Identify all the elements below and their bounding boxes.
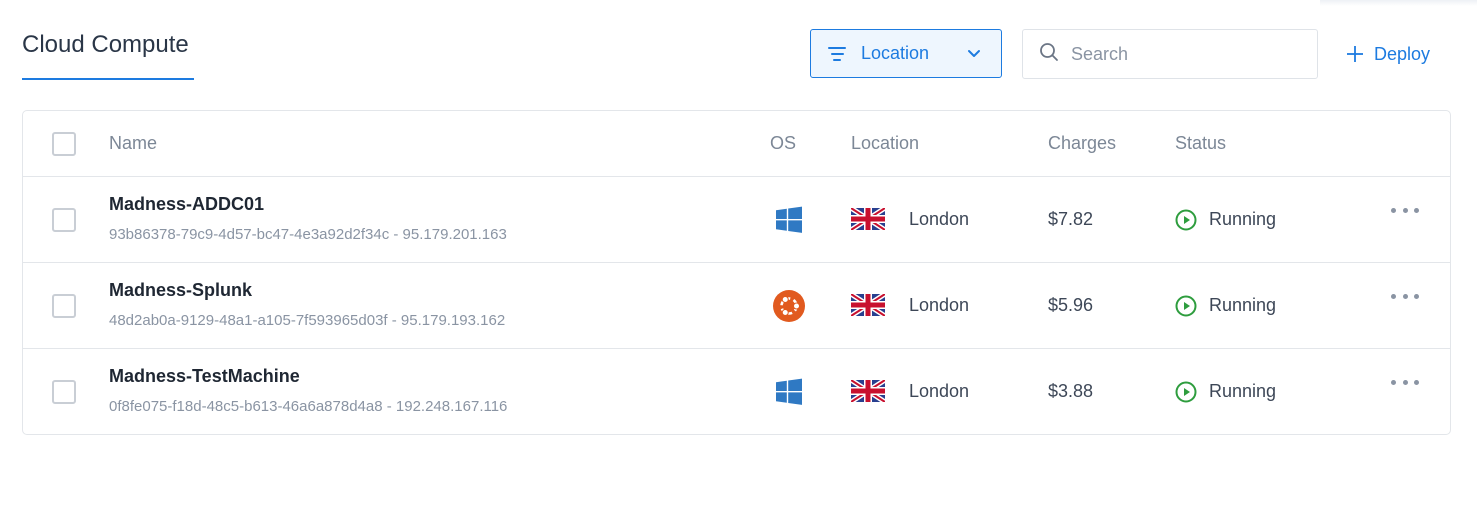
column-header-location[interactable]: Location [851, 133, 919, 154]
instance-details: 0f8fe075-f18d-48c5-b613-46a6a878d4a8 - 1… [109, 398, 508, 415]
more-actions-icon[interactable] [1391, 373, 1419, 391]
search-input[interactable] [1071, 43, 1291, 65]
column-header-status[interactable]: Status [1175, 133, 1226, 154]
location-value: London [909, 381, 970, 401]
plus-icon [1346, 41, 1364, 67]
search-box[interactable] [1022, 29, 1318, 79]
charges-value: $7.82 [1048, 209, 1094, 229]
ubuntu-icon [773, 290, 805, 322]
filter-icon [827, 46, 847, 61]
running-status-icon [1175, 295, 1197, 317]
table-header: Name OS Location Charges Status [23, 111, 1450, 177]
charges-value: $5.96 [1048, 295, 1094, 315]
instance-name[interactable]: Madness-TestMachine [109, 366, 300, 387]
search-icon [1039, 42, 1059, 67]
table-row[interactable]: Madness-Splunk 48d2ab0a-9129-48a1-a105-7… [23, 263, 1450, 349]
status-value: Running [1209, 209, 1277, 229]
row-checkbox[interactable] [52, 380, 76, 404]
uk-flag-icon [849, 291, 887, 319]
select-all-checkbox[interactable] [52, 132, 76, 156]
page-title: Cloud Compute [22, 31, 189, 58]
windows-icon [773, 204, 805, 236]
table-row[interactable]: Madness-ADDC01 93b86378-79c9-4d57-bc47-4… [23, 177, 1450, 263]
chevron-down-icon [959, 49, 989, 58]
column-header-name[interactable]: Name [109, 133, 157, 154]
column-header-os: OS [770, 133, 797, 153]
charges-value: $3.88 [1048, 381, 1094, 401]
table-row[interactable]: Madness-TestMachine 0f8fe075-f18d-48c5-b… [23, 349, 1450, 435]
instances-table: Name OS Location Charges Status Madness-… [22, 110, 1451, 435]
row-checkbox[interactable] [52, 294, 76, 318]
deploy-button[interactable]: Deploy [1346, 38, 1430, 70]
more-actions-icon[interactable] [1391, 287, 1419, 305]
location-filter-dropdown[interactable]: Location [810, 29, 1002, 78]
location-value: London [909, 295, 970, 315]
uk-flag-icon [849, 377, 887, 405]
page-title-tab[interactable]: Cloud Compute [22, 28, 194, 80]
instance-name[interactable]: Madness-Splunk [109, 280, 252, 301]
windows-icon [773, 376, 805, 408]
instance-details: 93b86378-79c9-4d57-bc47-4e3a92d2f34c - 9… [109, 226, 507, 243]
location-filter-label: Location [861, 43, 930, 63]
uk-flag-icon [849, 205, 887, 233]
instance-details: 48d2ab0a-9129-48a1-a105-7f593965d03f - 9… [109, 312, 506, 329]
instance-name[interactable]: Madness-ADDC01 [109, 194, 264, 215]
deploy-label: Deploy [1374, 43, 1431, 64]
status-value: Running [1209, 295, 1277, 315]
status-value: Running [1209, 381, 1277, 401]
row-checkbox[interactable] [52, 208, 76, 232]
running-status-icon [1175, 381, 1197, 403]
top-edge-shadow [1320, 0, 1477, 6]
column-header-charges[interactable]: Charges [1048, 133, 1116, 154]
location-value: London [909, 209, 970, 229]
running-status-icon [1175, 209, 1197, 231]
more-actions-icon[interactable] [1391, 201, 1419, 219]
